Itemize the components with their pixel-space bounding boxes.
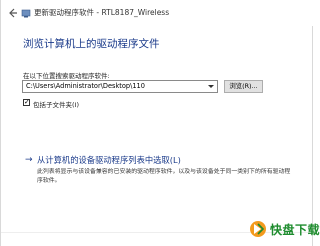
pick-from-list-link[interactable]: 从计算机的设备驱动程序列表中选取(L) [37, 155, 181, 166]
driver-path-value[interactable]: C:\Users\Administrator\Desktop\110 [26, 81, 145, 92]
back-arrow-icon[interactable] [8, 8, 18, 18]
right-arrow-icon: → [25, 155, 33, 165]
include-subfolders-label[interactable]: 包括子文件夹(I) [33, 99, 79, 109]
device-icon [21, 9, 31, 18]
title-bar: 更新驱动程序软件 - RTL8187_Wireless [1, 0, 314, 26]
pick-from-list-option[interactable]: → 从计算机的设备驱动程序列表中选取(L) 此列表将显示与该设备兼容的已安装的驱… [25, 154, 295, 194]
driver-update-dialog: 更新驱动程序软件 - RTL8187_Wireless 浏览计算机上的驱动程序文… [0, 0, 320, 246]
watermark-logo: 快盘下载 [249, 218, 320, 244]
browse-button[interactable]: 浏览(R)... [224, 80, 263, 93]
watermark-text: 快盘下载 [270, 223, 320, 237]
checkmark-icon: ✓ [24, 98, 30, 106]
chevron-down-icon[interactable] [208, 85, 214, 88]
pick-from-list-description: 此列表将显示与该设备兼容的已安装的驱动程序软件，以及与该设备处于同一类别下的所有… [37, 169, 291, 184]
search-location-label: 在以下位置搜索驱动程序软件: [23, 72, 110, 80]
include-subfolders-checkbox[interactable]: ✓ [23, 98, 30, 106]
window-title: 更新驱动程序软件 - RTL8187_Wireless [34, 8, 170, 17]
driver-path-combobox[interactable]: C:\Users\Administrator\Desktop\110 [22, 80, 218, 93]
page-heading: 浏览计算机上的驱动程序文件 [23, 38, 160, 50]
kuaipan-logo-icon [250, 221, 266, 237]
